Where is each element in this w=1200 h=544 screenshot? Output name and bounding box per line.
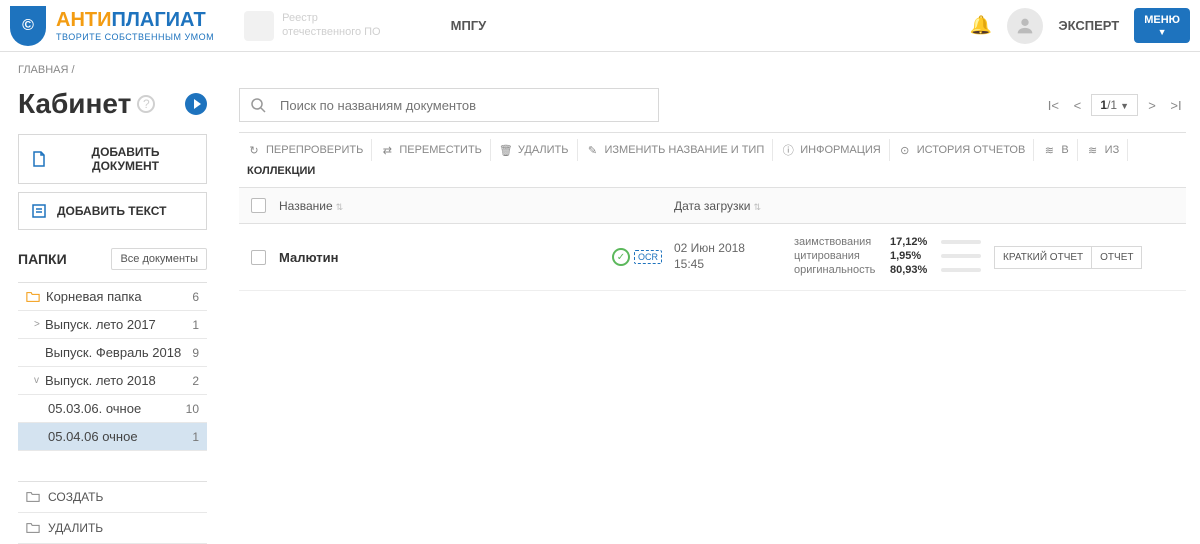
document-icon — [31, 151, 47, 167]
folder-item-selected[interactable]: 05.04.06 очное 1 — [18, 423, 207, 451]
page-info[interactable]: 1/1▼ — [1091, 94, 1138, 116]
search-wrap — [239, 88, 659, 122]
notifications-icon[interactable]: 🔔 — [970, 15, 992, 36]
registry-section: Реестр отечественного ПО — [244, 11, 380, 41]
menu-button[interactable]: МЕНЮ ▼ — [1134, 8, 1190, 44]
chevron-down-icon[interactable]: v — [34, 375, 42, 386]
page-prev-icon[interactable]: < — [1067, 93, 1087, 117]
main-content: I< < 1/1▼ > >I ↻ ПЕРЕПРОВЕРИТЬ ⇄ ПЕРЕМЕС… — [225, 88, 1200, 544]
refresh-icon: ↻ — [247, 143, 261, 157]
table-header: Название⇅ Дата загрузки⇅ — [239, 188, 1186, 224]
page-last-icon[interactable]: >I — [1166, 93, 1186, 117]
brief-report-button[interactable]: КРАТКИЙ ОТЧЕТ — [994, 246, 1091, 269]
edit-icon: ✎ — [586, 143, 600, 157]
registry-emblem-icon — [244, 11, 274, 41]
toolbar: ↻ ПЕРЕПРОВЕРИТЬ ⇄ ПЕРЕМЕСТИТЬ 🗑 УДАЛИТЬ … — [239, 132, 1186, 188]
document-name[interactable]: Малютин — [279, 250, 338, 265]
layers-in-icon: ≋ — [1042, 143, 1056, 157]
play-icon[interactable] — [185, 93, 207, 115]
folder-item[interactable]: Выпуск. Февраль 2018 9 — [18, 339, 207, 367]
logo-subtitle: ТВОРИТЕ СОБСТВЕННЫМ УМОМ — [56, 32, 214, 42]
column-date[interactable]: Дата загрузки⇅ — [674, 199, 794, 213]
sidebar: Кабинет ? ДОБАВИТЬ ДОКУМЕНТ ДОБАВИТЬ ТЕК… — [0, 88, 225, 544]
folder-item[interactable]: v Выпуск. лето 2018 2 — [18, 367, 207, 395]
delete-folder-button[interactable]: УДАЛИТЬ — [18, 513, 207, 544]
in-collections-button[interactable]: ≋ В — [1034, 139, 1077, 161]
out-collections-button[interactable]: ≋ ИЗ — [1078, 139, 1129, 161]
column-name[interactable]: Название⇅ — [279, 199, 614, 213]
folder-item[interactable]: 05.03.06. очное 10 — [18, 395, 207, 423]
add-text-button[interactable]: ДОБАВИТЬ ТЕКСТ — [18, 192, 207, 230]
collections-label: КОЛЛЕКЦИИ — [239, 161, 323, 181]
page-next-icon[interactable]: > — [1142, 93, 1162, 117]
check-circle-icon: ✓ — [612, 248, 630, 266]
select-all-checkbox[interactable] — [251, 198, 266, 213]
folder-icon — [26, 290, 40, 304]
recheck-button[interactable]: ↻ ПЕРЕПРОВЕРИТЬ — [239, 139, 372, 161]
move-button[interactable]: ⇄ ПЕРЕМЕСТИТЬ — [372, 139, 491, 161]
table-row[interactable]: Малютин ✓ OCR 02 Июн 2018 15:45 заимство… — [239, 224, 1186, 291]
org-name: МПГУ — [451, 18, 487, 33]
info-icon: ⓘ — [781, 143, 795, 157]
upload-date: 02 Июн 2018 15:45 — [674, 241, 794, 272]
logo-title: АНТИПЛАГИАТ — [56, 9, 214, 32]
history-icon: ⊙ — [898, 143, 912, 157]
info-button[interactable]: ⓘ ИНФОРМАЦИЯ — [773, 139, 889, 161]
create-folder-button[interactable]: СОЗДАТЬ — [18, 482, 207, 513]
search-icon[interactable] — [240, 97, 276, 113]
breadcrumb: ГЛАВНАЯ / — [0, 52, 1200, 88]
all-documents-button[interactable]: Все документы — [111, 248, 207, 270]
ocr-badge: OCR — [634, 250, 662, 264]
folder-minus-icon — [26, 521, 40, 535]
folder-item[interactable]: > Выпуск. лето 2017 1 — [18, 311, 207, 339]
text-icon — [31, 203, 47, 219]
chevron-right-icon[interactable]: > — [34, 319, 42, 330]
rename-button[interactable]: ✎ ИЗМЕНИТЬ НАЗВАНИЕ И ТИП — [578, 139, 774, 161]
delete-button[interactable]: 🗑 УДАЛИТЬ — [491, 139, 578, 161]
add-document-button[interactable]: ДОБАВИТЬ ДОКУМЕНТ — [18, 134, 207, 184]
document-stats: заимствования 17,12% цитирования 1,95% о… — [794, 236, 994, 278]
page-first-icon[interactable]: I< — [1043, 93, 1063, 117]
shield-icon — [10, 6, 46, 46]
folder-tree: Корневая папка 6 > Выпуск. лето 2017 1 В… — [18, 282, 207, 451]
logo-section[interactable]: АНТИПЛАГИАТ ТВОРИТЕ СОБСТВЕННЫМ УМОМ — [10, 6, 214, 46]
user-role[interactable]: ЭКСПЕРТ — [1058, 18, 1119, 33]
trash-icon: 🗑 — [499, 143, 513, 157]
layers-out-icon: ≋ — [1086, 143, 1100, 157]
help-icon[interactable]: ? — [137, 95, 155, 113]
folders-title: ПАПКИ — [18, 251, 67, 267]
row-checkbox[interactable] — [251, 250, 266, 265]
sort-icon: ⇅ — [753, 202, 761, 213]
search-input[interactable] — [276, 90, 658, 121]
history-button[interactable]: ⊙ ИСТОРИЯ ОТЧЕТОВ — [890, 139, 1035, 161]
move-icon: ⇄ — [380, 143, 394, 157]
breadcrumb-home[interactable]: ГЛАВНАЯ — [18, 64, 68, 76]
folder-root[interactable]: Корневая папка 6 — [18, 283, 207, 311]
avatar[interactable] — [1007, 8, 1043, 44]
full-report-button[interactable]: ОТЧЕТ — [1091, 246, 1142, 269]
pagination: I< < 1/1▼ > >I — [1043, 93, 1186, 117]
sort-icon: ⇅ — [336, 202, 344, 213]
header: АНТИПЛАГИАТ ТВОРИТЕ СОБСТВЕННЫМ УМОМ Рее… — [0, 0, 1200, 52]
page-title: Кабинет — [18, 88, 131, 120]
